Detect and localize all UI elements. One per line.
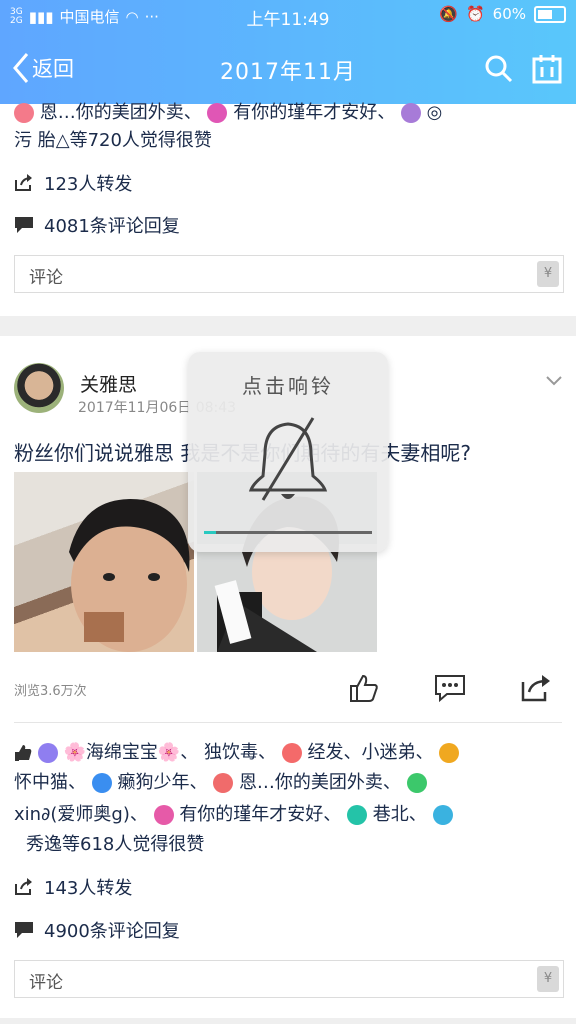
liker-name[interactable]: 有你的瑾年才安好、 <box>233 102 395 123</box>
user-icon <box>347 805 368 825</box>
comment-icon[interactable] <box>434 672 466 704</box>
user-icon <box>406 773 427 793</box>
user-icon <box>37 743 58 763</box>
user-icon <box>432 805 453 825</box>
share-icon <box>15 878 32 895</box>
comment-row[interactable]: 4900条评论回复 <box>14 917 180 943</box>
user-icon <box>439 743 460 763</box>
post-photo[interactable] <box>14 472 194 652</box>
avatar[interactable] <box>14 363 64 413</box>
repost-row[interactable]: 123人转发 <box>14 170 132 196</box>
liker-name[interactable]: 🌸海绵宝宝🌸、 独饮毒、 <box>63 742 276 763</box>
liker-name[interactable]: 巷北、 <box>373 804 427 825</box>
view-count: 浏览3.6万次 <box>14 684 87 699</box>
reward-icon[interactable]: ¥ <box>537 966 559 992</box>
top-bar: 3G 2G ▮▮▮ 中国电信 ◠ ··· 上午11:49 🔕 ⏰ 60% 返回 2… <box>0 0 576 104</box>
comment-icon <box>15 217 33 233</box>
reward-icon[interactable]: ¥ <box>537 261 559 287</box>
calendar-icon[interactable] <box>532 54 562 84</box>
comment-count: 4900条评论回复 <box>44 921 180 942</box>
popup-title: 点击响铃 <box>242 374 334 398</box>
user-icon <box>14 103 34 123</box>
status-bar: 3G 2G ▮▮▮ 中国电信 ◠ ··· 上午11:49 🔕 ⏰ 60% <box>0 0 576 30</box>
ring-popup[interactable]: 点击响铃 <box>188 352 388 552</box>
user-icon <box>207 103 228 123</box>
user-icon <box>281 743 302 763</box>
volume-track[interactable] <box>204 531 372 534</box>
comment-placeholder: 评论 <box>29 973 63 993</box>
username[interactable]: 关雅思 <box>80 370 137 397</box>
liker-name[interactable]: 恩…你的美团外卖、 <box>239 772 401 793</box>
user-icon <box>400 103 421 123</box>
comment-row[interactable]: 4081条评论回复 <box>14 212 180 238</box>
bell-muted-icon <box>248 417 328 501</box>
repost-row[interactable]: 143人转发 <box>14 874 132 900</box>
user-icon <box>91 773 112 793</box>
user-icon <box>213 773 234 793</box>
like-icon[interactable] <box>348 672 380 704</box>
like-list: 恩…你的美团外卖、 有你的瑾年才安好、 ◎ <box>14 98 562 128</box>
repost-count: 123人转发 <box>44 174 133 195</box>
comment-input[interactable]: 评论 ¥ <box>14 960 564 998</box>
liker-name[interactable]: 怀中猫、 <box>14 772 86 793</box>
comment-input[interactable]: 评论 ¥ <box>14 255 564 293</box>
liker-name[interactable]: 癞狗少年、 <box>117 772 207 793</box>
header: 返回 2017年11月 <box>0 40 576 100</box>
alarm-icon: ⏰ <box>465 5 485 23</box>
section-divider <box>0 316 576 336</box>
like-list: xin∂(爱师奥g)、 有你的瑾年才安好、 巷北、 <box>14 800 562 830</box>
divider <box>14 722 562 723</box>
comment-icon <box>15 922 33 938</box>
like-summary[interactable]: 污 胎△等720人觉得很赞 <box>14 126 562 156</box>
photo-face-1 <box>69 499 190 652</box>
liker-name[interactable]: 有你的瑾年才安好、 <box>179 804 341 825</box>
like-list: 怀中猫、 癞狗少年、 恩…你的美团外卖、 <box>14 768 562 798</box>
thumbs-up-icon <box>15 745 32 761</box>
battery-icon <box>534 5 566 23</box>
user-icon <box>153 805 174 825</box>
section-divider <box>0 1018 576 1024</box>
battery-percent: 60% <box>492 5 526 23</box>
share-icon[interactable] <box>520 672 552 704</box>
search-icon[interactable] <box>484 54 514 84</box>
chevron-down-icon[interactable] <box>546 373 562 389</box>
liker-name[interactable]: 经发、小迷弟、 <box>307 742 433 763</box>
liker-name[interactable]: xin∂(爱师奥g)、 <box>14 804 148 825</box>
volume-fill <box>204 531 216 534</box>
repost-count: 143人转发 <box>44 878 133 899</box>
bell-off-icon: 🔕 <box>439 5 458 23</box>
liker-name[interactable]: ◎ <box>427 102 443 123</box>
liker-name[interactable]: 恩…你的美团外卖、 <box>40 102 202 123</box>
comment-placeholder: 评论 <box>29 268 63 288</box>
share-icon <box>15 174 32 191</box>
like-list: 🌸海绵宝宝🌸、 独饮毒、 经发、小迷弟、 <box>14 738 562 768</box>
comment-count: 4081条评论回复 <box>44 216 180 237</box>
like-summary[interactable]: 秀逸等618人觉得很赞 <box>26 830 562 860</box>
